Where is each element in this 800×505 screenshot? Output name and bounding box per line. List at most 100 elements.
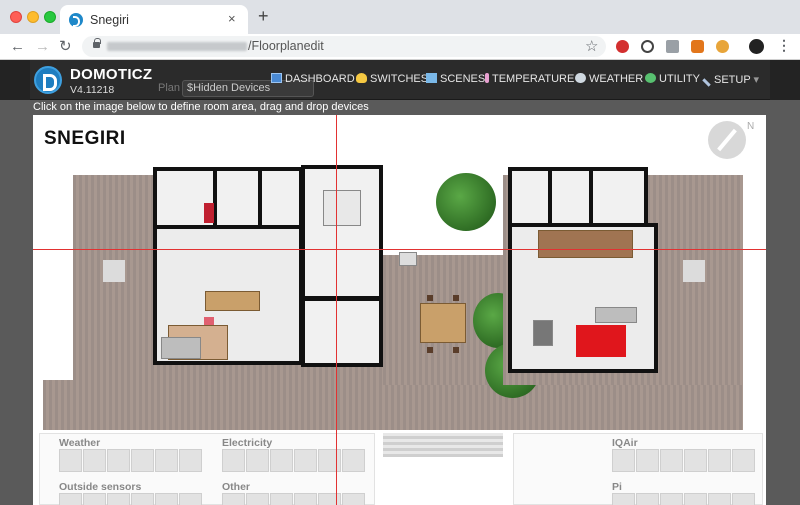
tools-icon — [702, 78, 711, 87]
maximize-window-button[interactable] — [44, 11, 56, 23]
drive-extension-icon[interactable] — [666, 40, 679, 53]
wall — [548, 167, 552, 225]
group-pi-label: Pi — [612, 481, 622, 493]
vertical-guide-line — [336, 115, 337, 505]
nav-utility[interactable]: UTILITY — [645, 73, 700, 85]
tree — [436, 173, 496, 231]
patio-chair — [427, 295, 433, 301]
device-slot[interactable] — [342, 449, 365, 472]
device-slot[interactable] — [636, 449, 659, 472]
thermometer-icon — [485, 73, 489, 83]
device-slot[interactable] — [342, 493, 365, 505]
dining-table — [205, 291, 260, 311]
chevron-down-icon: ▾ — [753, 74, 760, 86]
nav-weather[interactable]: WEATHER — [575, 73, 643, 85]
address-bar[interactable]: /Floorplanedit ☆ — [82, 36, 606, 57]
device-slot[interactable] — [318, 449, 341, 472]
device-slot[interactable] — [732, 449, 755, 472]
device-slot[interactable] — [270, 493, 293, 505]
device-slot[interactable] — [222, 493, 245, 505]
utility-icon — [645, 73, 656, 83]
brand-name: DOMOTICZ — [70, 66, 153, 83]
sofa — [595, 307, 637, 323]
device-slot[interactable] — [107, 449, 130, 472]
left-bedroom — [301, 165, 383, 300]
new-tab-button[interactable]: + — [258, 6, 269, 27]
group-outside-sensors-label: Outside sensors — [59, 481, 142, 493]
browser-tab[interactable]: Snegiri × — [60, 5, 248, 34]
device-slot[interactable] — [179, 493, 202, 505]
device-slot[interactable] — [83, 449, 106, 472]
url-path: /Floorplanedit — [248, 39, 324, 53]
nav-temperature[interactable]: TEMPERATURE — [485, 73, 574, 85]
tab-title: Snegiri — [90, 13, 129, 27]
right-bathrooms — [508, 167, 648, 227]
info-extension-icon[interactable] — [641, 40, 654, 53]
back-arrow-icon[interactable]: ← — [10, 38, 25, 55]
nav-switches[interactable]: SWITCHES — [356, 73, 428, 85]
nav-dashboard[interactable]: DASHBOARD — [271, 73, 355, 85]
nav-scenes[interactable]: SCENES — [426, 73, 485, 85]
device-slot[interactable] — [684, 449, 707, 472]
device-slot[interactable] — [59, 449, 82, 472]
device-slot[interactable] — [612, 493, 635, 505]
device-slot[interactable] — [59, 493, 82, 505]
metamask-extension-icon[interactable] — [691, 40, 704, 53]
device-slot[interactable] — [246, 449, 269, 472]
device-slot[interactable] — [155, 449, 178, 472]
device-slot[interactable] — [660, 493, 683, 505]
device-slot[interactable] — [222, 449, 245, 472]
device-slot[interactable] — [294, 493, 317, 505]
domoticz-favicon-icon — [69, 13, 83, 27]
device-slot[interactable] — [179, 449, 202, 472]
red-cabinet — [204, 203, 214, 223]
close-window-button[interactable] — [10, 11, 22, 23]
blurred-host — [107, 42, 247, 51]
minimize-window-button[interactable] — [27, 11, 39, 23]
front-stairs — [383, 433, 503, 457]
device-slot[interactable] — [246, 493, 269, 505]
device-slot[interactable] — [83, 493, 106, 505]
horizontal-guide-line — [33, 249, 766, 250]
front-deck — [43, 380, 743, 430]
lightbulb-icon — [356, 73, 367, 83]
browser-tab-bar: Snegiri × + — [0, 0, 800, 34]
group-iqair-label: IQAir — [612, 437, 638, 449]
compass-north-label: N — [747, 121, 755, 132]
device-slot[interactable] — [131, 449, 154, 472]
device-slot[interactable] — [708, 493, 731, 505]
domoticz-logo-icon[interactable] — [34, 66, 62, 94]
grill — [399, 252, 417, 266]
device-slot[interactable] — [270, 449, 293, 472]
device-slot[interactable] — [708, 449, 731, 472]
red-rug — [576, 325, 626, 357]
coin-extension-icon[interactable] — [716, 40, 729, 53]
placeholder-tile — [683, 260, 705, 282]
floorplan-canvas[interactable]: SNEGIRI N Weather Electricity IQAir Outs… — [33, 115, 766, 505]
device-slot[interactable] — [732, 493, 755, 505]
device-slot[interactable] — [155, 493, 178, 505]
floorplan-title: SNEGIRI — [44, 128, 126, 149]
nav-setup[interactable]: SETUP ▾ — [702, 73, 760, 87]
close-tab-icon[interactable]: × — [228, 11, 236, 26]
device-slot[interactable] — [684, 493, 707, 505]
browser-menu-icon[interactable]: ⋮ — [777, 37, 791, 54]
version-label: V4.11218 — [70, 84, 115, 96]
device-slot[interactable] — [318, 493, 341, 505]
device-slot[interactable] — [131, 493, 154, 505]
opera-extension-icon[interactable] — [616, 40, 629, 53]
patio-table — [420, 303, 466, 343]
device-slot[interactable] — [107, 493, 130, 505]
profile-avatar[interactable] — [749, 39, 764, 54]
patio-chair — [427, 347, 433, 353]
device-slot[interactable] — [660, 449, 683, 472]
armchair — [533, 320, 553, 346]
reload-icon[interactable]: ↻ — [59, 37, 72, 55]
bookmark-star-icon[interactable]: ☆ — [585, 37, 598, 55]
sofa — [161, 337, 201, 359]
device-slot[interactable] — [636, 493, 659, 505]
device-slot[interactable] — [294, 449, 317, 472]
device-slot[interactable] — [612, 449, 635, 472]
forward-arrow-icon[interactable]: → — [35, 38, 50, 55]
wall — [589, 167, 593, 225]
